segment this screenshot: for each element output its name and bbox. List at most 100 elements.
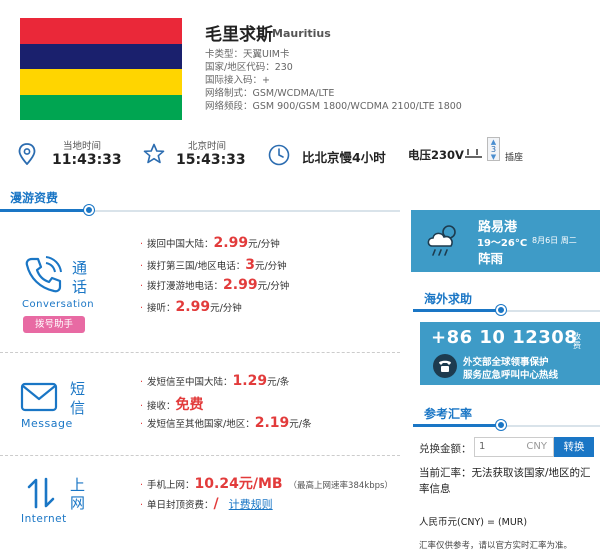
message-char-1: 短: [70, 380, 86, 398]
current-rate: 当前汇率：无法获取该国家/地区的汇率信息: [419, 467, 591, 495]
local-time: 11:43:33: [52, 152, 122, 168]
roaming-title-knob: [84, 205, 94, 215]
data-transfer-icon: [27, 477, 55, 509]
bullet: ·: [140, 303, 144, 314]
clock-icon: [268, 144, 290, 166]
rate-note: （最高上网速率384kbps）: [288, 481, 393, 491]
bullet: ·: [140, 401, 144, 412]
rate-sms-china: · 发短信至中国大陆：1.29元/条: [140, 373, 289, 389]
location-pin-icon: [18, 143, 36, 165]
section-divider: [0, 352, 400, 353]
rate-price: 2.99: [213, 235, 249, 251]
rate-sms-receive: · 接收：免费: [140, 394, 204, 414]
roaming-title: 漫游资费: [10, 191, 59, 205]
rate-price: 2.19: [254, 415, 290, 431]
country-flag: [20, 18, 182, 120]
help-title: 海外求助: [424, 292, 473, 306]
exchange-title-knob: [496, 420, 506, 430]
star-icon: [143, 143, 165, 164]
rain-cloud-icon: [427, 225, 456, 256]
rate-unit: 元/分钟: [254, 261, 287, 272]
rmb-rate: 人民币元(CNY) = (MUR): [419, 517, 528, 528]
rate-label: 拨打第三国/地区电话：: [147, 261, 246, 272]
rate-price: 1.29: [232, 373, 268, 389]
rate-label: 拨回中国大陆：: [147, 239, 214, 250]
bullet: ·: [140, 500, 144, 511]
bullet: ·: [140, 377, 144, 388]
rate-label: 单日封顶资费：: [147, 500, 214, 511]
rate-unit: 元/分钟: [257, 281, 290, 292]
exchange-note: 汇率仅供参考，请以官方实时汇率为准。: [419, 541, 573, 551]
rate-price: /: [213, 496, 219, 512]
flag-stripe-green: [20, 94, 182, 120]
info-country-code: 国家/地区代码：230: [205, 62, 293, 73]
weather-temperature: 19～26°C: [477, 238, 528, 249]
info-access-code: 国际接入码：+: [205, 75, 270, 86]
bullet: ·: [140, 480, 144, 491]
rate-call-receive: · 接听：2.99元/分钟: [140, 299, 242, 315]
conversation-char-1: 通: [72, 259, 88, 277]
amount-input[interactable]: 1 CNY: [474, 437, 554, 457]
rate-mobile-data: · 手机上网：10.24元/MB （最高上网速率384kbps）: [140, 473, 393, 493]
info-network-band: 网络频段：GSM 900/GSM 1800/WCDMA 2100/LTE 180…: [205, 101, 462, 112]
telephone-icon: [433, 354, 457, 378]
weather-city: 路易港: [478, 220, 518, 235]
rate-daily-cap: · 单日封顶资费：/ 计费规则: [140, 496, 273, 512]
bullet: ·: [140, 239, 144, 250]
weather-date: 8月6日 周二: [532, 236, 577, 245]
dial-assistant-button[interactable]: 拨号助手: [23, 316, 85, 333]
flag-stripe-red: [20, 18, 182, 44]
rate-label: 发短信至中国大陆：: [147, 377, 233, 388]
rate-label: 接听：: [147, 303, 176, 314]
phone-icon: [25, 256, 62, 293]
voltage: 电压230V: [408, 148, 464, 162]
section-divider: [0, 455, 400, 456]
rate-sms-other: · 发短信至其他国家/地区：2.19元/条: [140, 415, 311, 431]
info-network-type: 网络制式：GSM/WCDMA/LTE: [205, 88, 335, 99]
plug-icon: [465, 149, 482, 158]
message-char-2: 信: [70, 399, 86, 417]
help-title-underline-fill: [413, 309, 498, 312]
hotline-number: +86 10 12308: [431, 327, 578, 348]
internet-char-2: 网: [70, 494, 86, 512]
billing-rules-link[interactable]: 计费规则: [229, 498, 273, 511]
beijing-time: 15:43:33: [176, 152, 246, 168]
rate-label: 拨打漫游地电话：: [147, 281, 224, 292]
rate-call-china: · 拨回中国大陆：2.99元/分钟: [140, 235, 280, 251]
info-card-type: 卡类型：天翼UIM卡: [205, 49, 290, 60]
roaming-title-underline-fill: [0, 209, 90, 212]
country-name-cn: 毛里求斯: [205, 25, 273, 45]
country-name-en: Mauritius: [272, 27, 331, 40]
hotline-line-2: 服务应急呼叫中心热线: [463, 370, 559, 381]
message-label-en: Message: [21, 417, 73, 430]
beijing-time-label: 北京时间: [188, 141, 227, 152]
rate-price: 10.24元/MB: [194, 476, 283, 492]
rate-label: 发短信至其他国家/地区：: [147, 419, 255, 430]
exchange-title-underline-fill: [413, 424, 498, 427]
hotline-line-1: 外交部全球领事保护: [463, 357, 549, 368]
envelope-icon: [20, 382, 58, 412]
amount-label: 兑换金额：: [419, 443, 472, 455]
conversation-label-en: Conversation: [22, 299, 95, 310]
rate-price: 2.99: [223, 277, 258, 293]
rate-unit: 元/条: [267, 377, 290, 388]
bullet: ·: [140, 261, 144, 272]
plug-type-select[interactable]: ▲ 3 ▼: [487, 137, 500, 161]
internet-label-en: Internet: [21, 513, 67, 525]
conversation-char-2: 话: [72, 278, 88, 296]
bullet: ·: [140, 281, 144, 292]
local-time-label: 当地时间: [63, 141, 102, 152]
flag-stripe-blue: [20, 43, 182, 69]
flag-stripe-yellow: [20, 69, 182, 95]
rate-unit: 元/分钟: [210, 303, 242, 314]
rate-price: 3: [245, 257, 255, 273]
convert-button[interactable]: 转换: [554, 437, 594, 457]
time-difference: 比北京慢4小时: [302, 150, 386, 165]
rate-unit: 元/分钟: [248, 239, 280, 250]
rate-price: 免费: [175, 397, 204, 413]
chevron-down-icon: ▼: [490, 153, 497, 161]
rate-label: 手机上网：: [147, 480, 195, 491]
bullet: ·: [140, 419, 144, 430]
weather-desc: 阵雨: [478, 251, 504, 266]
exchange-title: 参考汇率: [424, 407, 473, 421]
